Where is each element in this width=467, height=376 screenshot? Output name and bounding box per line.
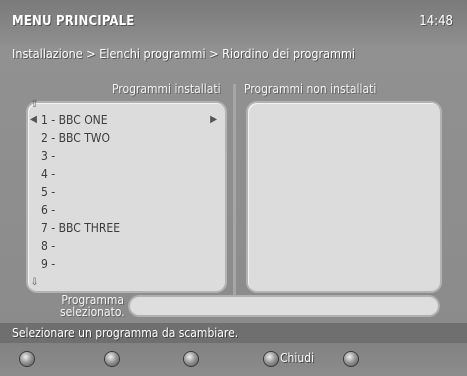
program-label: 5 - <box>41 185 56 199</box>
menu-title: MENU PRINCIPALE <box>12 14 135 29</box>
softkey-2-button[interactable] <box>105 352 119 366</box>
program-list-item[interactable]: 5 - <box>34 183 219 201</box>
close-button-label: Chiudi <box>280 351 315 365</box>
close-button[interactable] <box>264 352 278 366</box>
installed-programs-list[interactable]: ⇧ ◀ ▶ 1 - BBC ONE 2 - BBC TWO 3 - 4 - 5 - 6 - 7 … <box>28 99 225 291</box>
program-label: 1 - BBC ONE <box>41 113 108 127</box>
softkey-1-button[interactable] <box>20 352 34 366</box>
program-list-item[interactable]: 2 - BBC TWO <box>34 129 219 147</box>
softkey-bar: Chiudi <box>0 343 467 376</box>
not-installed-programs-heading: Programmi non installati <box>244 82 377 96</box>
breadcrumb: Installazione > Elenchi programmi > Rior… <box>12 46 356 61</box>
selected-program-label-line2: selezionato. <box>60 305 125 319</box>
installed-list-items: ◀ ▶ 1 - BBC ONE 2 - BBC TWO 3 - 4 - 5 - 6 - 7 - … <box>30 111 219 273</box>
program-label: 9 - <box>41 257 56 271</box>
softkey-3-button[interactable] <box>184 352 198 366</box>
selected-program-label: Programma selezionato. <box>60 294 125 319</box>
program-list-item[interactable]: 3 - <box>34 147 219 165</box>
scroll-down-icon[interactable]: ⇩ <box>31 277 39 288</box>
menu-screen: MENU PRINCIPALE 14:48 Installazione > El… <box>0 0 467 376</box>
program-label: 3 - <box>41 149 56 163</box>
clock: 14:48 <box>419 14 453 29</box>
scroll-up-icon[interactable]: ⇧ <box>31 99 39 110</box>
not-installed-programs-list[interactable] <box>248 103 440 291</box>
program-list-item[interactable]: 9 - <box>34 255 219 273</box>
installed-programs-heading: Programmi installati <box>112 82 221 96</box>
program-list-item[interactable]: 7 - BBC THREE <box>34 219 219 237</box>
program-label: 2 - BBC TWO <box>41 131 110 145</box>
program-label: 6 - <box>41 203 56 217</box>
header-bar: MENU PRINCIPALE 14:48 <box>0 0 467 44</box>
status-message: Selezionare un programma da scambiare. <box>0 323 467 343</box>
program-list-item[interactable]: ◀ ▶ 1 - BBC ONE <box>30 111 219 129</box>
program-list-item[interactable]: 4 - <box>34 165 219 183</box>
program-label: 4 - <box>41 167 56 181</box>
program-list-item[interactable]: 6 - <box>34 201 219 219</box>
selected-program-field <box>130 297 438 315</box>
softkey-5-button[interactable] <box>344 352 358 366</box>
selection-left-marker-icon: ◀ <box>30 114 37 125</box>
program-label: 8 - <box>41 239 56 253</box>
selection-right-marker-icon: ▶ <box>210 114 217 125</box>
program-list-item[interactable]: 8 - <box>34 237 219 255</box>
column-divider <box>233 84 236 300</box>
program-label: 7 - BBC THREE <box>41 221 121 235</box>
